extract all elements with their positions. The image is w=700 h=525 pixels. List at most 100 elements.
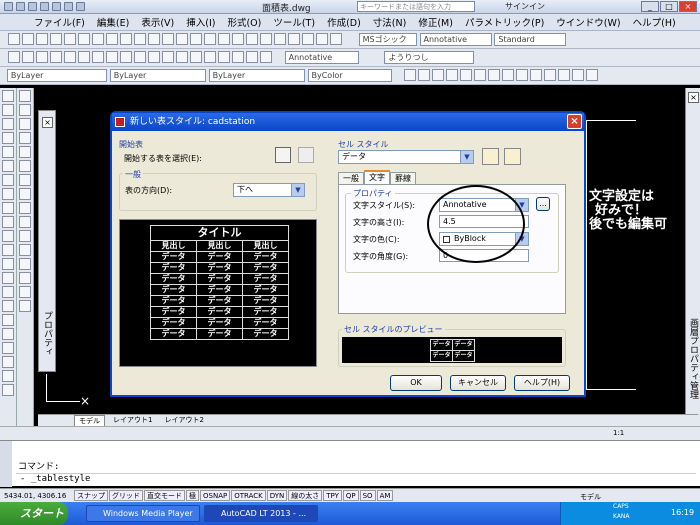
spline-tool-icon[interactable] <box>2 202 14 214</box>
menu-item[interactable]: 編集(E) <box>97 15 129 29</box>
zoom-previous-icon[interactable] <box>231 33 244 45</box>
revcloud-tool-icon[interactable] <box>2 188 14 200</box>
match-properties-icon[interactable] <box>133 33 146 45</box>
preview-icon[interactable] <box>63 33 76 45</box>
command-window-grip[interactable] <box>0 441 12 487</box>
menu-item[interactable]: 形式(O) <box>227 15 261 29</box>
open-icon[interactable] <box>28 2 37 11</box>
region-icon[interactable] <box>217 51 230 63</box>
gradient-icon[interactable] <box>203 51 216 63</box>
task-autocad[interactable]: AutoCAD LT 2013 - ... <box>204 505 318 522</box>
redo-icon[interactable] <box>76 2 85 11</box>
save-icon[interactable] <box>35 33 48 45</box>
block-tool-icon[interactable] <box>2 258 14 270</box>
polygon-icon[interactable] <box>49 51 62 63</box>
tool-palettes-icon[interactable] <box>273 33 286 45</box>
ok-button[interactable]: OK <box>390 375 442 391</box>
block-editor-icon[interactable] <box>147 33 160 45</box>
redo-icon[interactable] <box>175 33 188 45</box>
model-space-toggle[interactable]: モデル <box>580 492 601 502</box>
dim-style-select[interactable]: Annotative <box>419 32 492 46</box>
new-icon[interactable] <box>16 2 25 11</box>
snap-parallel-icon[interactable] <box>530 69 543 81</box>
circle-icon[interactable] <box>91 51 104 63</box>
snap-quadrant-icon[interactable] <box>488 69 501 81</box>
break-tool-icon[interactable] <box>19 244 31 256</box>
layer-properties-palette[interactable]: × 画層プロパティ管理 <box>685 88 700 428</box>
region-tool-icon[interactable] <box>2 314 14 326</box>
status-toggle[interactable]: DYN <box>266 490 288 501</box>
menu-item[interactable]: ヘルプ(H) <box>633 15 676 29</box>
ellipse-tool-icon[interactable] <box>2 216 14 228</box>
add-selected-icon[interactable] <box>259 51 272 63</box>
tab-borders[interactable]: 罫線 <box>390 172 416 184</box>
menu-item[interactable]: 挿入(I) <box>186 15 215 29</box>
publish-icon[interactable] <box>77 33 90 45</box>
snap-center-icon[interactable] <box>474 69 487 81</box>
table-style-select[interactable]: Standard <box>494 32 567 46</box>
join-tool-icon[interactable] <box>19 258 31 270</box>
help-button[interactable]: ヘルプ(H) <box>514 375 570 391</box>
text-style-select[interactable]: MSゴシック <box>358 32 417 46</box>
hatch-icon[interactable] <box>189 51 202 63</box>
paste-icon[interactable] <box>119 33 132 45</box>
snap-midpoint-icon[interactable] <box>418 69 431 81</box>
gradient-tool-icon[interactable] <box>2 300 14 312</box>
trim-tool-icon[interactable] <box>19 216 31 228</box>
snap-intersection-icon[interactable] <box>432 69 445 81</box>
hatch-tool-icon[interactable] <box>2 286 14 298</box>
arc-tool-icon[interactable] <box>2 160 14 172</box>
line-tool-icon[interactable] <box>2 90 14 102</box>
move-tool-icon[interactable] <box>19 160 31 172</box>
menu-item[interactable]: 寸法(N) <box>373 15 407 29</box>
search-input[interactable]: キーワードまたは語句を入力 <box>357 1 475 12</box>
pline-tool-icon[interactable] <box>2 118 14 130</box>
browse-text-style-button[interactable]: ... <box>536 197 550 211</box>
tab-text[interactable]: 文字 <box>364 170 390 184</box>
start-button[interactable]: スタート <box>0 502 68 525</box>
erase-tool-icon[interactable] <box>19 90 31 102</box>
command-input[interactable]: - _tablestyle <box>16 473 696 485</box>
xline-tool-icon[interactable] <box>2 104 14 116</box>
properties-palette[interactable]: × プロパティ <box>38 110 56 372</box>
insert-tool-icon[interactable] <box>2 244 14 256</box>
status-toggle[interactable]: OTRACK <box>231 490 266 501</box>
maximize-button[interactable]: □ <box>660 1 678 12</box>
dialog-close-button[interactable]: × <box>567 114 582 129</box>
rotate-tool-icon[interactable] <box>19 174 31 186</box>
design-center-icon[interactable] <box>259 33 272 45</box>
point-tool-icon[interactable] <box>2 272 14 284</box>
mtext-tool-icon[interactable] <box>2 342 14 354</box>
undo-icon[interactable] <box>64 2 73 11</box>
print-icon[interactable] <box>52 2 61 11</box>
rectangle-tool-icon[interactable] <box>2 146 14 158</box>
task-media-player[interactable]: Windows Media Player <box>86 505 200 522</box>
layer-select[interactable]: ByLayer <box>6 68 107 82</box>
insert-block-icon[interactable] <box>147 51 160 63</box>
direction-select[interactable]: 下へ ▼ <box>233 183 305 197</box>
status-toggle[interactable]: QP <box>342 490 359 501</box>
point-icon[interactable] <box>175 51 188 63</box>
plot-style-select[interactable]: ByColor <box>307 68 392 82</box>
status-toggle[interactable]: 極 <box>186 490 199 501</box>
scale-tool-icon[interactable] <box>19 188 31 200</box>
explode-tool-icon[interactable] <box>19 300 31 312</box>
plot-icon[interactable] <box>49 33 62 45</box>
ellipse-icon[interactable] <box>133 51 146 63</box>
menu-item[interactable]: ツール(T) <box>273 15 315 29</box>
text-style-select-2[interactable]: ようりつし <box>384 50 475 64</box>
cloud-icon[interactable] <box>105 51 118 63</box>
menu-item[interactable]: パラメトリック(P) <box>465 15 544 29</box>
annotation-scale[interactable]: 1:1 <box>613 429 624 437</box>
osnap-settings-icon[interactable] <box>586 69 599 81</box>
table-icon[interactable] <box>231 51 244 63</box>
status-toggle[interactable]: AM <box>376 490 394 501</box>
tab-general[interactable]: 一般 <box>338 172 364 184</box>
table-tool-icon[interactable] <box>2 328 14 340</box>
make-block-icon[interactable] <box>161 51 174 63</box>
menu-item[interactable]: 作成(D) <box>327 15 361 29</box>
ellipse-arc-tool-icon[interactable] <box>2 230 14 242</box>
calculator-icon[interactable] <box>315 33 328 45</box>
status-toggle[interactable]: 直交モード <box>144 490 185 501</box>
annotation-scale-select[interactable]: Annotative <box>284 50 359 64</box>
